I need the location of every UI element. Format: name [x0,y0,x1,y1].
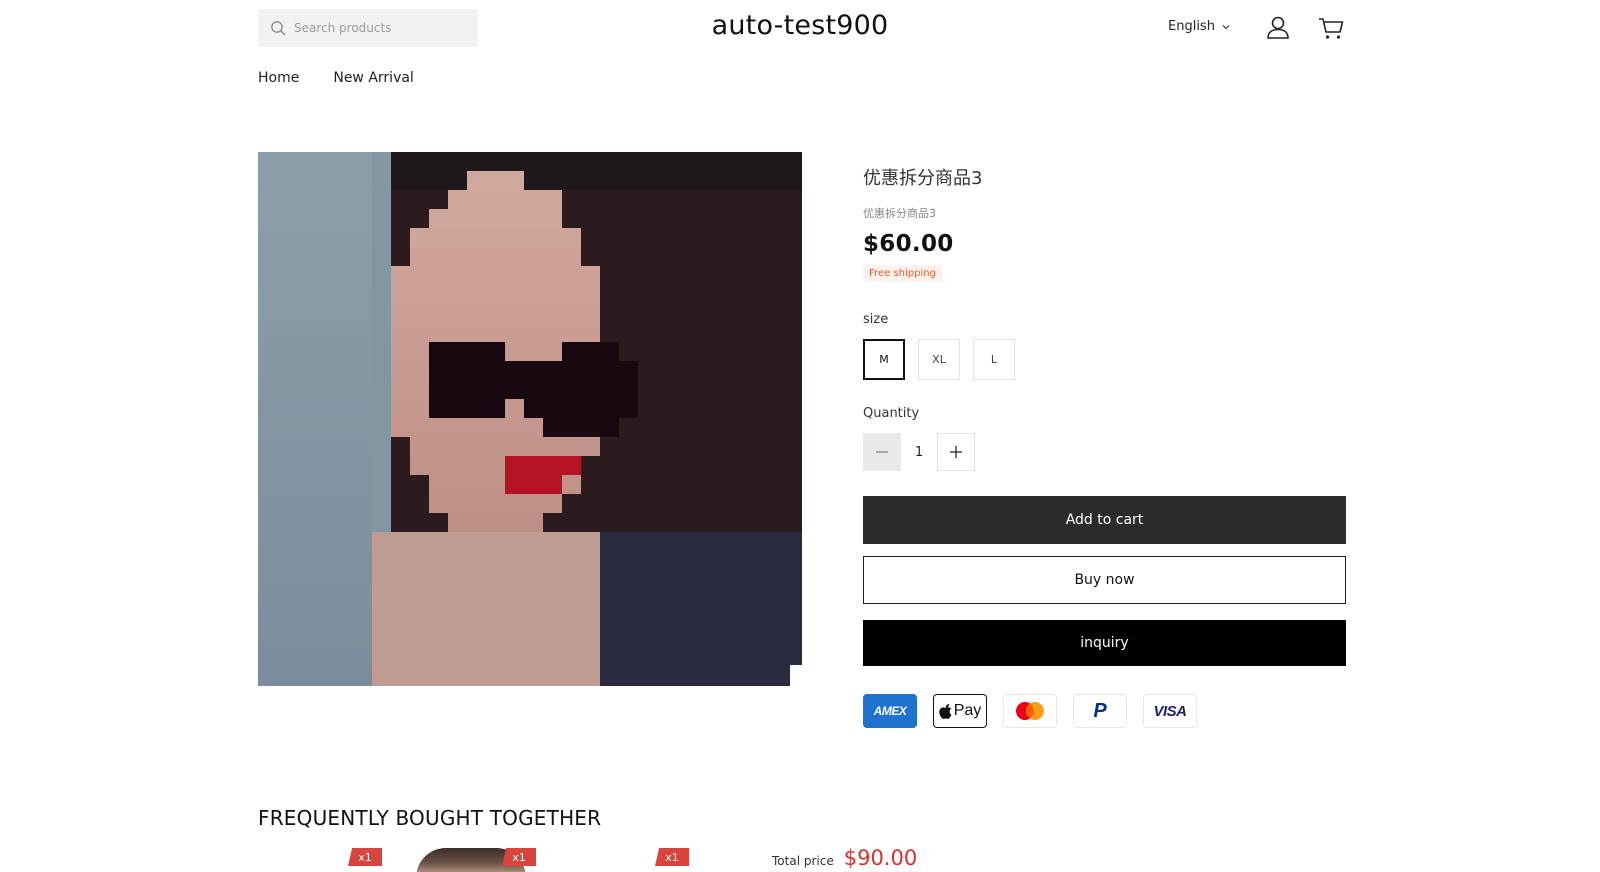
inquiry-button[interactable]: inquiry [863,620,1346,666]
fbt-total: Total price $90.00 [772,846,917,870]
payment-methods: AMEX Pay P VISA [863,694,1346,728]
size-label: size [863,312,889,327]
quantity-value[interactable]: 1 [901,445,937,460]
product-subtitle: 优惠拆分商品3 [863,207,936,220]
fbt-total-value: $90.00 [843,846,918,870]
amex-logo-text: AMEX [873,704,907,718]
fbt-total-label: Total price [772,854,834,868]
store-logo: auto-test900 [0,10,1600,41]
quantity-label: Quantity [863,406,920,421]
fbt-items: x1 x1 x1 [258,848,738,872]
free-shipping-badge: Free shipping [863,265,942,282]
minus-icon [876,451,888,453]
chevron-down-icon [1222,24,1230,29]
fbt-heading: FREQUENTLY BOUGHT TOGETHER [258,806,602,830]
product-title: 优惠拆分商品3 [863,168,983,189]
apple-pay-text: Pay [953,702,982,719]
quantity-stepper: 1 [863,433,1346,471]
mastercard-circles [1016,702,1044,720]
mastercard-icon [1003,694,1057,728]
decrease-quantity-button[interactable] [863,433,901,471]
size-options: M XL L [863,339,1346,380]
main-nav: Home New Arrival [258,70,414,86]
add-to-cart-button[interactable]: Add to cart [863,496,1346,544]
fbt-quantity-tag: x1 [502,848,536,866]
amex-icon: AMEX [863,694,917,728]
plus-icon [950,446,962,458]
visa-logo-text: VISA [1153,702,1187,720]
nav-new-arrival[interactable]: New Arrival [333,70,413,86]
product-photo [258,152,802,686]
product-price: $60.00 [863,231,954,257]
product-info: 优惠拆分商品3 优惠拆分商品3 $60.00 Free shipping siz… [863,164,1346,728]
product-image[interactable] [258,152,802,686]
size-option-l[interactable]: L [973,339,1015,380]
nav-home[interactable]: Home [258,70,299,86]
visa-icon: VISA [1143,694,1197,728]
paypal-logo-text: P [1093,699,1107,722]
apple-logo-icon [939,703,952,719]
apple-pay-icon: Pay [933,694,987,728]
fbt-quantity-tag: x1 [655,848,689,866]
user-icon[interactable] [1264,14,1292,42]
paypal-icon: P [1073,694,1127,728]
fbt-quantity-tag: x1 [348,848,382,866]
store-logo-text[interactable]: auto-test900 [712,10,889,41]
size-option-m[interactable]: M [863,339,905,380]
buy-now-button[interactable]: Buy now [863,556,1346,604]
language-selector[interactable]: English [1168,19,1231,34]
cart-icon[interactable] [1317,14,1345,42]
language-label: English [1168,19,1215,34]
increase-quantity-button[interactable] [937,433,975,471]
size-option-xl[interactable]: XL [918,339,960,380]
